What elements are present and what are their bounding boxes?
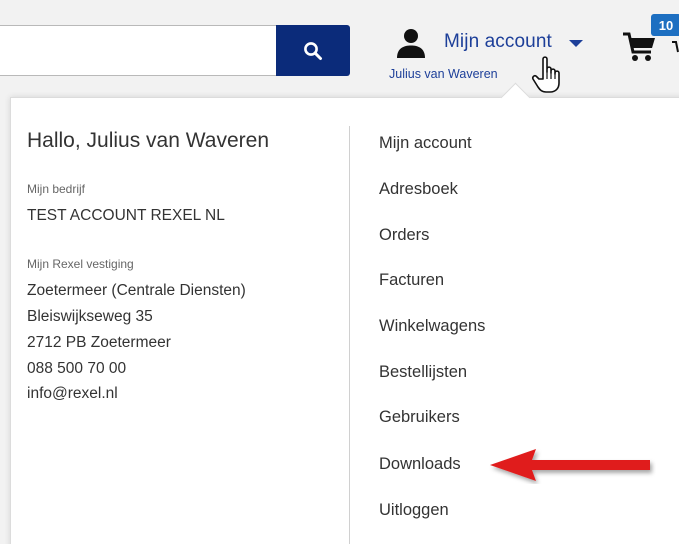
search-icon	[304, 41, 322, 60]
account-username[interactable]: Julius van Waveren	[389, 67, 498, 81]
menu-item-logout[interactable]: Uitloggen	[379, 501, 449, 520]
search-input[interactable]	[0, 25, 276, 76]
menu-item-invoices[interactable]: Facturen	[379, 271, 444, 290]
panel-divider	[349, 126, 350, 544]
my-account-link[interactable]: Mijn account	[444, 31, 552, 53]
menu-item-downloads[interactable]: Downloads	[379, 455, 461, 474]
caret-down-icon[interactable]	[569, 40, 583, 47]
branch-label: Mijn Rexel vestiging	[27, 257, 134, 271]
hand-cursor-icon	[531, 56, 560, 93]
menu-item-order-lists[interactable]: Bestellijsten	[379, 363, 467, 382]
menu-item-my-account[interactable]: Mijn account	[379, 134, 472, 153]
menu-item-users[interactable]: Gebruikers	[379, 408, 460, 427]
menu-item-address-book[interactable]: Adresboek	[379, 180, 458, 199]
person-icon[interactable]	[396, 27, 426, 59]
cart-edge-fragment	[672, 41, 679, 53]
page: Mijn account Julius van Waveren 10 Hallo…	[0, 0, 679, 544]
menu-item-carts[interactable]: Winkelwagens	[379, 317, 485, 336]
search-button[interactable]	[276, 25, 350, 76]
branch-city: 2712 PB Zoetermeer	[27, 334, 171, 351]
menu-item-orders[interactable]: Orders	[379, 226, 429, 245]
company-name: TEST ACCOUNT REXEL NL	[27, 207, 225, 224]
greeting-heading: Hallo, Julius van Waveren	[27, 129, 269, 152]
cart-count-badge[interactable]: 10	[651, 14, 679, 36]
red-arrow-icon	[490, 449, 650, 481]
company-label: Mijn bedrijf	[27, 182, 86, 196]
branch-email[interactable]: info@rexel.nl	[27, 385, 118, 403]
branch-phone: 088 500 70 00	[27, 360, 127, 377]
branch-street: Bleiswijkseweg 35	[27, 308, 153, 325]
branch-name: Zoetermeer (Centrale Diensten)	[27, 282, 246, 299]
